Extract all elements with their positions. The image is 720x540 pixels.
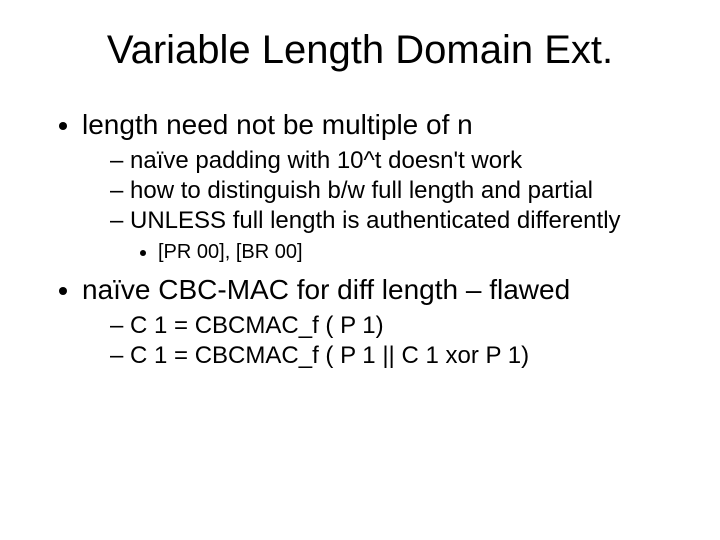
bullet-text: UNLESS full length is authenticated diff… [130,207,621,234]
list-item: UNLESS full length is authenticated diff… [110,207,690,264]
bullet-list-level2: C 1 = CBCMAC_f ( P 1) C 1 = CBCMAC_f ( P… [82,312,690,370]
bullet-text: naïve padding with 10^t doesn't work [130,147,522,174]
bullet-text: how to distinguish b/w full length and p… [130,177,593,204]
list-item: C 1 = CBCMAC_f ( P 1) [110,312,690,340]
bullet-text: [PR 00], [BR 00] [158,241,303,263]
list-item: [PR 00], [BR 00] [158,241,690,264]
bullet-text: length need not be multiple of n [82,109,473,140]
bullet-text: C 1 = CBCMAC_f ( P 1) [130,312,384,339]
bullet-list-level3: [PR 00], [BR 00] [110,241,690,264]
list-item: length need not be multiple of n naïve p… [82,109,690,264]
slide: Variable Length Domain Ext. length need … [0,0,720,540]
bullet-list-level1: length need not be multiple of n naïve p… [30,109,690,370]
list-item: naïve padding with 10^t doesn't work [110,147,690,175]
slide-title: Variable Length Domain Ext. [30,28,690,73]
list-item: C 1 = CBCMAC_f ( P 1 || C 1 xor P 1) [110,342,690,370]
bullet-text: C 1 = CBCMAC_f ( P 1 || C 1 xor P 1) [130,342,529,369]
list-item: how to distinguish b/w full length and p… [110,177,690,205]
bullet-list-level2: naïve padding with 10^t doesn't work how… [82,147,690,264]
bullet-text: naïve CBC-MAC for diff length – flawed [82,274,570,305]
list-item: naïve CBC-MAC for diff length – flawed C… [82,274,690,370]
